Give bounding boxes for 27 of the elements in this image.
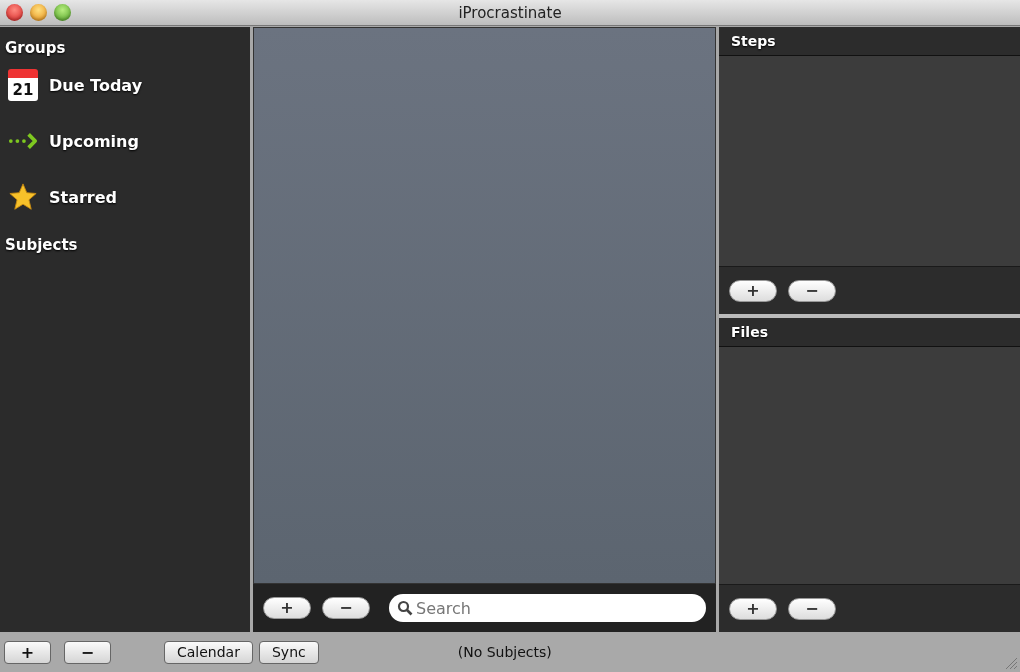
minimize-button[interactable] <box>30 4 47 21</box>
star-icon <box>8 183 38 211</box>
status-text: (No Subjects) <box>457 644 552 660</box>
sidebar-item[interactable]: Upcoming <box>49 131 139 151</box>
search-field[interactable]: Search <box>389 594 706 622</box>
panel-header: Steps <box>719 27 1020 56</box>
add-button[interactable]: + <box>263 597 311 619</box>
remove-button[interactable]: − <box>64 640 111 664</box>
remove-button[interactable]: − <box>788 597 836 620</box>
search-icon <box>397 600 413 616</box>
add-button[interactable]: + <box>729 279 777 302</box>
close-button[interactable] <box>6 4 23 21</box>
calendar-icon: 21 <box>8 69 38 101</box>
panel-header: Files <box>719 318 1020 347</box>
remove-button[interactable]: − <box>322 597 370 619</box>
toolbar-button[interactable]: Calendar <box>164 640 253 664</box>
remove-button[interactable]: − <box>788 279 836 302</box>
resize-grip-icon[interactable] <box>1004 656 1018 670</box>
sidebar-item[interactable]: Starred <box>49 187 118 207</box>
add-button[interactable]: + <box>4 640 51 664</box>
zoom-button[interactable] <box>54 4 71 21</box>
section-heading: Groups <box>4 38 67 57</box>
section-heading: Subjects <box>4 235 79 254</box>
sidebar-item[interactable]: Due Today <box>49 75 143 95</box>
toolbar-button[interactable]: Sync <box>258 640 319 664</box>
add-button[interactable]: + <box>729 597 777 620</box>
window-title: iProcrastinate <box>458 3 562 22</box>
